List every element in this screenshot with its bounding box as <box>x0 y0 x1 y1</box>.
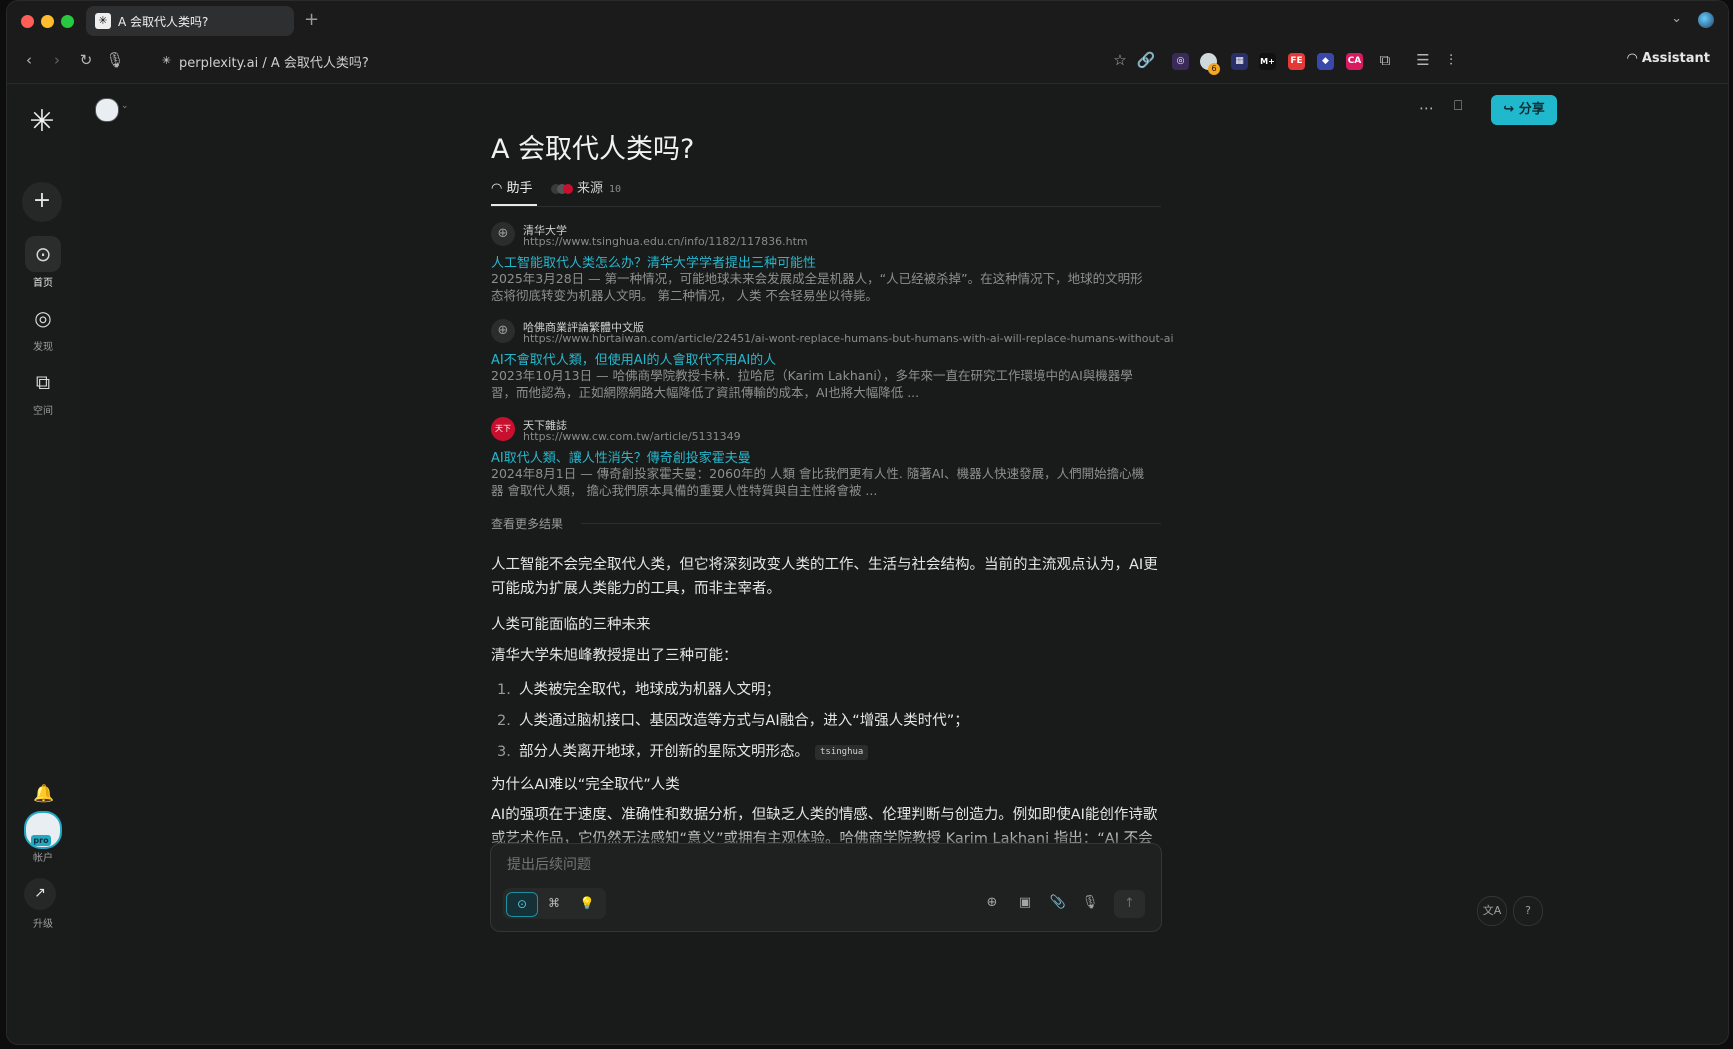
search-icon: ⊙ <box>25 236 61 272</box>
close-window-button[interactable] <box>21 15 34 28</box>
new-tab-button[interactable]: + <box>304 9 319 30</box>
citation-chip[interactable]: tsinghua <box>815 744 869 760</box>
address-bar[interactable]: perplexity.ai / A 会取代人类吗? <box>179 52 369 71</box>
extension-icon[interactable]: ◆ <box>1317 53 1334 70</box>
forward-icon[interactable]: › <box>47 51 67 69</box>
answer-heading: 人类可能面临的三种未来 <box>491 617 651 633</box>
perplexity-favicon-icon: ✳ <box>95 13 111 29</box>
perplexity-logo-icon[interactable]: ✳ <box>24 104 60 140</box>
app-sidebar: ✳ + ⊙ 首页 ◎ 发现 ⧉ 空间 🔔 pro 帐户 ↗ 升级 <box>7 84 79 1044</box>
research-mode-icon[interactable]: ⌘ <box>539 892 569 915</box>
list-item: 2. 人类通过脑机接口、基因改造等方式与AI融合，进入“增强人类时代”； <box>497 713 969 729</box>
send-button[interactable]: ↑ <box>1114 890 1145 918</box>
audio-wave-icon[interactable]: ⫶ <box>1441 51 1461 69</box>
extension-icon[interactable]: CA <box>1346 53 1363 70</box>
list-item: 3. 部分人类离开地球，开创新的星际文明形态。 tsinghua <box>497 740 869 761</box>
globe-icon: ◎ <box>34 306 52 330</box>
perplexity-favicon-icon: ✳ <box>161 54 172 67</box>
browser-profile-icon[interactable] <box>1698 12 1714 28</box>
globe-icon[interactable]: ⊕ <box>983 895 1001 910</box>
answer-paragraph: 清华大学朱旭峰教授提出了三种可能： <box>491 648 738 664</box>
puzzle-icon[interactable]: ⧉ <box>1375 51 1395 69</box>
browser-tab[interactable]: ✳ A 会取代人类吗? <box>86 6 294 36</box>
divider <box>491 206 1161 207</box>
list-icon[interactable]: ☰ <box>1413 51 1433 69</box>
account-label: 帐户 <box>33 853 53 864</box>
extension-icon[interactable]: ◎ <box>1172 53 1189 70</box>
extension-icon[interactable]: M+ <box>1259 53 1276 70</box>
reload-icon[interactable]: ↻ <box>76 51 96 69</box>
result-title-link[interactable]: AI不會取代人類，但使用AI的人會取代不用AI的人 <box>491 349 776 368</box>
mode-selector: ⊙ ⌘ 💡 <box>503 888 606 919</box>
followup-input[interactable] <box>505 856 1109 874</box>
globe-icon: ⊕ <box>491 222 515 246</box>
share-button[interactable]: ↪ 分享 <box>1491 95 1557 125</box>
sidebar-item-home[interactable]: ⊙ 首页 <box>13 236 73 289</box>
share-icon: ↪ <box>1503 102 1519 117</box>
followup-box: ⊙ ⌘ 💡 ⊕ ▣ 📎 🎙 ↑ <box>490 843 1162 932</box>
microphone-icon[interactable]: 🎙 <box>1081 895 1099 910</box>
result-snippet: 2024年8月1日 — 傳奇創投家霍夫曼：2060年的 人類 會比我們更有人性.… <box>491 466 1145 498</box>
page-title: A 会取代人类吗? <box>491 134 695 165</box>
translate-icon[interactable]: 文A <box>1477 896 1507 926</box>
result-snippet: 2023年10月13日 — 哈佛商學院教授卡林．拉哈尼（Karim Lakhan… <box>491 368 1133 400</box>
chevron-down-icon[interactable]: ⌄ <box>1671 11 1682 26</box>
chevron-down-icon[interactable]: ⌄ <box>121 101 129 111</box>
result-title-link[interactable]: 人工智能取代人类怎么办？清华大学学者提出三种可能性 <box>491 252 816 271</box>
bookmark-icon[interactable]: ⎕ <box>1454 98 1462 114</box>
browser-window: ✳ A 会取代人类吗? + ⌄ ‹ › ↻ 🎙 ✳ perplexity.ai … <box>6 0 1729 1045</box>
answer-intro: 人工智能不会完全取代人类，但它将深刻改变人类的工作、生活与社会结构。当前的主流观… <box>491 557 1158 597</box>
assistant-icon: ◠ <box>491 181 507 196</box>
result-title-link[interactable]: AI取代人類、讓人性消失？傳奇創投家霍夫曼 <box>491 447 751 466</box>
tab-bar: ✳ A 会取代人类吗? + ⌄ <box>7 1 1728 41</box>
more-options-icon[interactable]: ⋯ <box>1419 99 1434 117</box>
browser-toolbar: ‹ › ↻ 🎙 ✳ perplexity.ai / A 会取代人类吗? ☆ 🔗 … <box>7 41 1728 84</box>
minimize-window-button[interactable] <box>41 15 54 28</box>
globe-icon: ⊕ <box>491 319 515 343</box>
extension-icon[interactable]: ▦ <box>1231 53 1248 70</box>
sidebar-item-discover[interactable]: ◎ 发现 <box>13 300 73 353</box>
help-icon[interactable]: ? <box>1513 896 1543 926</box>
cw-favicon-icon: 天下 <box>491 417 515 441</box>
extension-icon[interactable]: FE <box>1288 53 1305 70</box>
upgrade-button[interactable]: ↗ <box>24 878 56 910</box>
paperclip-icon[interactable]: 📎 <box>1049 895 1067 910</box>
lightbulb-icon[interactable]: 💡 <box>572 892 602 915</box>
source-favicons <box>551 183 573 194</box>
result-snippet: 2025年3月28日 — 第一种情况，可能地球未来会发展成全是机器人，“人已经被… <box>491 271 1143 303</box>
star-icon[interactable]: ☆ <box>1110 51 1130 69</box>
upgrade-label: 升级 <box>33 919 53 930</box>
search-mode-icon[interactable]: ⊙ <box>506 892 538 917</box>
tab-title: A 会取代人类吗? <box>118 15 209 29</box>
pro-badge: pro <box>31 835 51 846</box>
list-item: 1. 人类被完全取代，地球成为机器人文明； <box>497 682 780 698</box>
assistant-button[interactable]: ◠ Assistant <box>1627 51 1710 66</box>
link-icon[interactable]: 🔗 <box>1136 51 1156 69</box>
answer-heading: 为什么AI难以“完全取代”人类 <box>491 777 680 793</box>
tab-assistant[interactable]: ◠ 助手 <box>491 177 533 196</box>
back-icon[interactable]: ‹ <box>19 51 39 69</box>
tab-sources[interactable]: 来源 10 <box>551 177 621 196</box>
sidebar-item-spaces[interactable]: ⧉ 空间 <box>13 364 73 417</box>
microphone-icon[interactable]: 🎙 <box>105 51 125 69</box>
chip-icon[interactable]: ▣ <box>1016 895 1034 910</box>
new-thread-button[interactable]: + <box>22 182 62 222</box>
assistant-icon: ◠ <box>1627 51 1642 66</box>
user-avatar[interactable] <box>95 98 119 122</box>
maximize-window-button[interactable] <box>61 15 74 28</box>
spaces-icon: ⧉ <box>35 370 51 394</box>
extension-badge: 6 <box>1208 63 1220 75</box>
more-results-link[interactable]: 查看更多结果 <box>491 515 563 532</box>
divider <box>581 523 1161 524</box>
bell-icon[interactable]: 🔔 <box>33 784 54 804</box>
